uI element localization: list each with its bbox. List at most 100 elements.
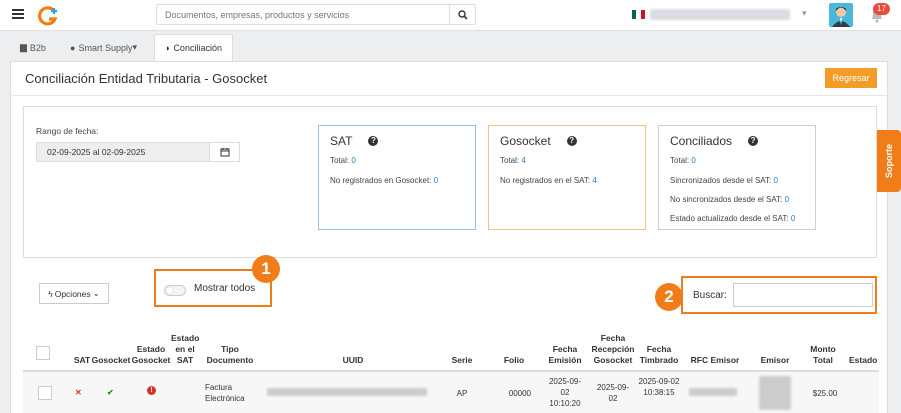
file-icon: ▆ [20, 42, 27, 52]
cell-fecha-recepcion: 2025-09-02 [596, 383, 630, 403]
module-tabs: ▆ B2b ● Smart Supply ▾ ◗ Conciliación [0, 31, 901, 61]
col-uuid[interactable]: UUID [323, 355, 383, 366]
tab-conciliacion[interactable]: ◗ Conciliación [154, 34, 233, 61]
chevron-down-icon[interactable]: ▾ [802, 8, 807, 19]
sat-missing-icon: ✕ [75, 388, 82, 397]
col-fecha-emision[interactable]: Fecha Emisión [545, 344, 585, 366]
gosocket-missing-link[interactable]: 4 [592, 176, 596, 185]
sync-label: Sincronizados desde el SAT: [670, 176, 772, 185]
total-label: Total: [500, 156, 520, 165]
conciliados-updated-link[interactable]: 0 [791, 214, 795, 223]
cell-fecha-emision: 2025-09-02 10:10:20 [548, 377, 582, 408]
tab-label: Smart Supply [78, 42, 133, 53]
divider [11, 95, 887, 96]
chevron-down-icon: ⌄ [92, 288, 100, 298]
menu-icon[interactable] [12, 9, 24, 19]
search-highlight: Buscar: [681, 276, 877, 314]
lightning-icon: ϟ [48, 288, 53, 299]
conciliados-sync-link[interactable]: 0 [773, 176, 777, 185]
select-all-checkbox[interactable] [36, 346, 50, 360]
date-range-label: Rango de fecha: [36, 126, 99, 136]
date-range-value: 02-09-2025 al 02-09-2025 [47, 147, 146, 157]
mexico-flag-icon [632, 10, 645, 19]
col-folio[interactable]: Folio [497, 355, 531, 366]
globe-icon: ● [70, 42, 76, 53]
tab-label: Conciliación [173, 43, 222, 53]
cell-rfc-redacted [689, 388, 737, 396]
gosocket-check-icon: ✔ [107, 388, 114, 397]
conciliados-nosync-link[interactable]: 0 [785, 195, 789, 204]
global-search [156, 4, 476, 25]
col-tipo-documento[interactable]: Tipo Documento [205, 344, 255, 366]
gosocket-summary-card: Gosocket? Total: 4 No registrados en el … [488, 125, 646, 230]
table-row[interactable]: ✕ ✔ ! Factura Electrónica AP 00000 2025-… [23, 372, 879, 413]
col-monto-total[interactable]: Monto Total [803, 344, 843, 366]
shield-icon: ◗ [165, 43, 171, 53]
sat-total-link[interactable]: 0 [351, 156, 355, 165]
col-sat[interactable]: SAT [71, 355, 93, 366]
cell-serie: AP [456, 389, 468, 398]
help-icon[interactable]: ? [368, 136, 379, 146]
col-fecha-timbrado[interactable]: Fecha Timbrado [637, 344, 681, 366]
callout-badge-2: 2 [655, 283, 683, 311]
tab-label: B2b [29, 42, 46, 53]
tab-smart-supply[interactable]: ● Smart Supply ▾ [60, 34, 147, 61]
calendar-icon[interactable] [209, 143, 239, 161]
notification-badge: 17 [873, 3, 890, 15]
cell-monto-total: $25.00 [812, 389, 838, 398]
table-search-input[interactable] [733, 283, 873, 307]
table-header: SAT Gosocket Estado Gosocket Estado en e… [23, 326, 879, 372]
show-all-toggle[interactable] [164, 285, 186, 296]
search-label: Buscar: [693, 290, 727, 301]
cell-uuid-redacted [267, 388, 427, 396]
main-panel: Conciliación Entidad Tributaria - Gosock… [10, 61, 888, 413]
global-search-input[interactable] [157, 5, 447, 24]
options-dropdown-button[interactable]: ϟ Opciones ⌄ [39, 283, 109, 304]
col-estado-gosocket[interactable]: Estado Gosocket [131, 344, 171, 366]
chevron-down-icon: ▾ [132, 42, 137, 52]
updated-label: Estado actualizado desde el SAT: [670, 214, 789, 223]
gosocket-total-link[interactable]: 4 [521, 156, 525, 165]
col-serie[interactable]: Serie [447, 355, 477, 366]
warning-icon: ! [147, 386, 156, 395]
cell-tipo-documento: Factura Electrónica [205, 383, 245, 403]
total-label: Total: [330, 156, 350, 165]
row-checkbox[interactable] [38, 386, 52, 400]
support-tab[interactable]: Soporte [877, 130, 901, 192]
col-emisor[interactable]: Emisor [753, 355, 797, 366]
cell-fecha-timbrado: 2025-09-02 10:38:15 [638, 377, 680, 397]
help-icon[interactable]: ? [566, 136, 577, 146]
help-icon[interactable]: ? [748, 136, 759, 146]
top-bar: ▾ 17 [0, 0, 901, 31]
page-title: Conciliación Entidad Tributaria - Gosock… [25, 71, 268, 86]
sat-missing-link[interactable]: 0 [434, 176, 438, 185]
callout-badge-1: 1 [252, 255, 280, 283]
col-rfc-emisor[interactable]: RFC Emisor [687, 355, 743, 366]
card-title: Conciliados [670, 134, 733, 148]
cell-folio: 00000 [508, 389, 531, 398]
sat-summary-card: SAT? Total: 0 No registrados en Gosocket… [318, 125, 476, 230]
card-title: Gosocket [500, 134, 551, 148]
date-range-input[interactable]: 02-09-2025 al 02-09-2025 [36, 142, 240, 162]
total-label: Total: [670, 156, 690, 165]
company-selector[interactable] [650, 9, 790, 20]
cell-emisor-redacted [759, 376, 791, 410]
filter-section: Rango de fecha: 02-09-2025 al 02-09-2025… [23, 106, 877, 258]
col-estado-sat[interactable]: Estado en el SAT [171, 333, 199, 366]
user-avatar[interactable] [829, 3, 853, 27]
conciliados-summary-card: Conciliados? Total: 0 Sincronizados desd… [658, 125, 816, 230]
conciliados-total-link[interactable]: 0 [691, 156, 695, 165]
options-label: Opciones [54, 288, 91, 299]
gosocket-logo[interactable] [38, 5, 60, 27]
missing-label: No registrados en el SAT: [500, 176, 591, 185]
missing-label: No registrados en Gosocket: [330, 176, 432, 185]
back-button[interactable]: Regresar [825, 68, 877, 88]
col-fecha-recepcion[interactable]: Fecha Recepción Gosocket [589, 333, 637, 366]
col-estado-sincronizacion[interactable]: Estado Sincroniz [849, 355, 879, 366]
card-title: SAT [330, 134, 353, 148]
nosync-label: No sincronizados desde el SAT: [670, 195, 783, 204]
search-icon[interactable] [449, 5, 475, 24]
col-gosocket[interactable]: Gosocket [91, 355, 131, 366]
tab-b2b[interactable]: ▆ B2b [10, 34, 56, 61]
show-all-label: Mostrar todos [194, 283, 256, 294]
